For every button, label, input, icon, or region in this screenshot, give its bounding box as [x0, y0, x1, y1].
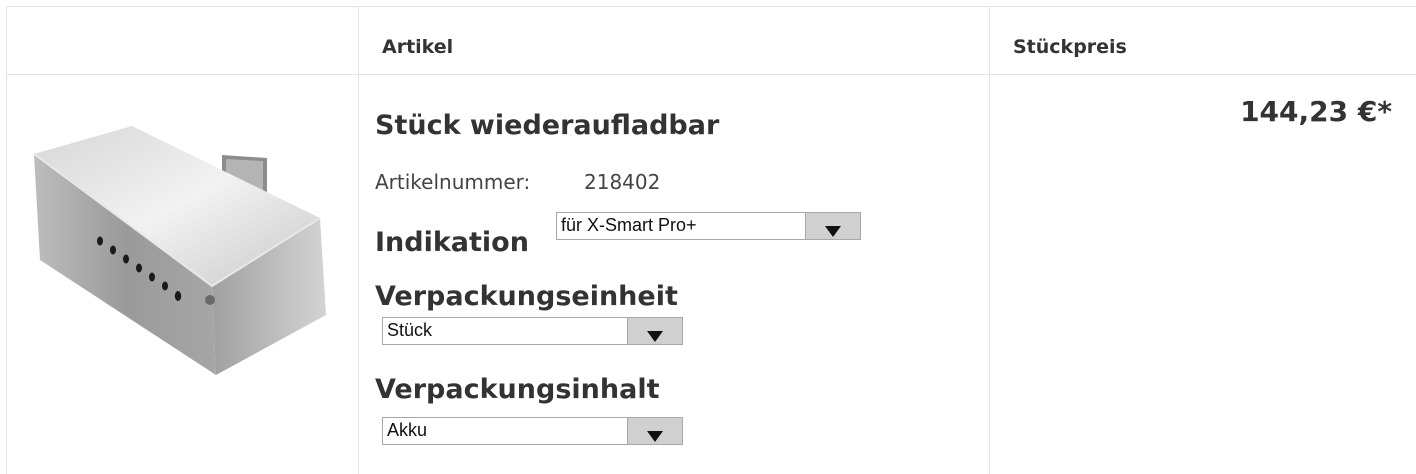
article-number-label: Artikelnummer:	[375, 170, 531, 194]
verpackungsinhalt-label: Verpackungsinhalt	[375, 374, 660, 405]
product-title[interactable]: Stück wiederaufladbar	[375, 110, 719, 141]
verpackungsinhalt-dropdown-button[interactable]	[627, 418, 682, 444]
verpackungseinheit-selected-value: Stück	[387, 320, 433, 340]
indikation-dropdown-button[interactable]	[805, 213, 860, 239]
product-image[interactable]	[20, 110, 340, 390]
indikation-label: Indikation	[375, 227, 529, 258]
verpackungsinhalt-selected-value: Akku	[387, 420, 428, 440]
indikation-selected-value: für X-Smart Pro+	[561, 215, 697, 235]
article-number-value: 218402	[584, 170, 661, 194]
caret-down-icon	[647, 431, 663, 442]
verpackungseinheit-dropdown-button[interactable]	[627, 318, 682, 344]
header-divider	[7, 74, 1416, 75]
column-divider	[989, 7, 990, 474]
verpackungseinheit-label: Verpackungseinheit	[375, 281, 678, 312]
header-article: Artikel	[382, 36, 454, 58]
unit-price: 144,23 €*	[1240, 95, 1392, 128]
verpackungseinheit-select[interactable]: Stück	[382, 317, 683, 345]
verpackungsinhalt-select[interactable]: Akku	[382, 417, 683, 445]
indikation-select[interactable]: für X-Smart Pro+	[556, 212, 861, 240]
header-unit-price: Stückpreis	[1013, 36, 1127, 58]
column-divider	[358, 7, 359, 474]
caret-down-icon	[647, 331, 663, 342]
caret-down-icon	[825, 226, 841, 237]
